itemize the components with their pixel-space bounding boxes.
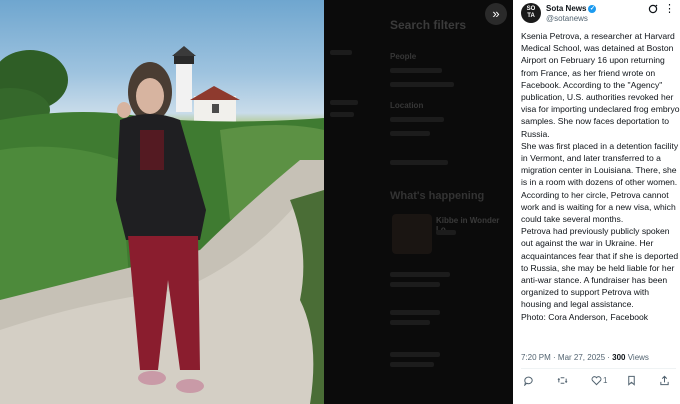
bookmark-icon[interactable] (626, 374, 637, 386)
tweet-text: Ksenia Petrova, a researcher at Harvard … (521, 30, 680, 323)
location-filter-heading: Location (390, 101, 424, 110)
tweet-paragraph: Petrova had previously publicly spoken o… (521, 226, 679, 310)
placeholder-line (330, 112, 354, 117)
tweet-photo (0, 0, 324, 404)
people-filter-heading: People (390, 52, 417, 61)
placeholder-line (436, 230, 456, 235)
views-label: Views (625, 353, 649, 362)
placeholder-line (390, 160, 448, 165)
tweet-actions: 1 (513, 374, 680, 392)
trend-thumbnail (392, 214, 432, 254)
placeholder-line (330, 100, 358, 105)
placeholder-line (390, 352, 440, 357)
placeholder-line (390, 68, 442, 73)
search-filters-heading: Search filters (390, 18, 467, 32)
tweet-paragraph: She was first placed in a detention faci… (521, 140, 679, 225)
whats-happening-heading: What's happening (390, 190, 485, 202)
reply-icon[interactable] (523, 374, 534, 387)
placeholder-line (390, 82, 454, 87)
more-options-icon[interactable]: ⋮ (664, 2, 675, 15)
verified-badge-icon: ✓ (588, 4, 597, 13)
photo-illustration (0, 46, 324, 404)
placeholder-line (390, 282, 440, 287)
tweet-meta: 7:20 PM · Mar 27, 2025 · 300 Views (521, 353, 649, 362)
repost-icon[interactable] (557, 374, 568, 386)
double-chevron-right-icon[interactable]: » (485, 3, 507, 25)
placeholder-line (390, 320, 430, 325)
share-icon[interactable] (659, 374, 670, 386)
heart-icon (591, 375, 602, 385)
views-count: 300 (612, 353, 626, 362)
placeholder-line (390, 272, 450, 277)
like-button[interactable]: 1 (591, 374, 607, 386)
author-name[interactable]: Sota News ✓ (546, 4, 597, 13)
tweet-paragraph: Photo: Cora Anderson, Facebook (521, 311, 649, 322)
author-handle[interactable]: @sotanews (546, 14, 588, 23)
like-count: 1 (603, 375, 608, 385)
placeholder-line (330, 50, 352, 55)
tweet-detail-panel: SO TA Sota News ✓ @sotanews ⋮ Ksenia Petr… (513, 0, 680, 404)
grok-icon[interactable] (648, 4, 658, 17)
tweet-timestamp[interactable]: 7:20 PM · Mar 27, 2025 · (521, 353, 612, 362)
placeholder-line (390, 362, 434, 367)
tweet-paragraph: Ksenia Petrova, a researcher at Harvard … (521, 31, 680, 139)
author-name-text[interactable]: Sota News (546, 4, 586, 13)
placeholder-line (390, 131, 430, 136)
avatar[interactable]: SO TA (521, 3, 541, 23)
placeholder-line (390, 310, 440, 315)
background-app-overlay: Search filters People Location What's ha… (324, 0, 513, 404)
placeholder-line (390, 117, 444, 122)
divider (521, 368, 676, 369)
